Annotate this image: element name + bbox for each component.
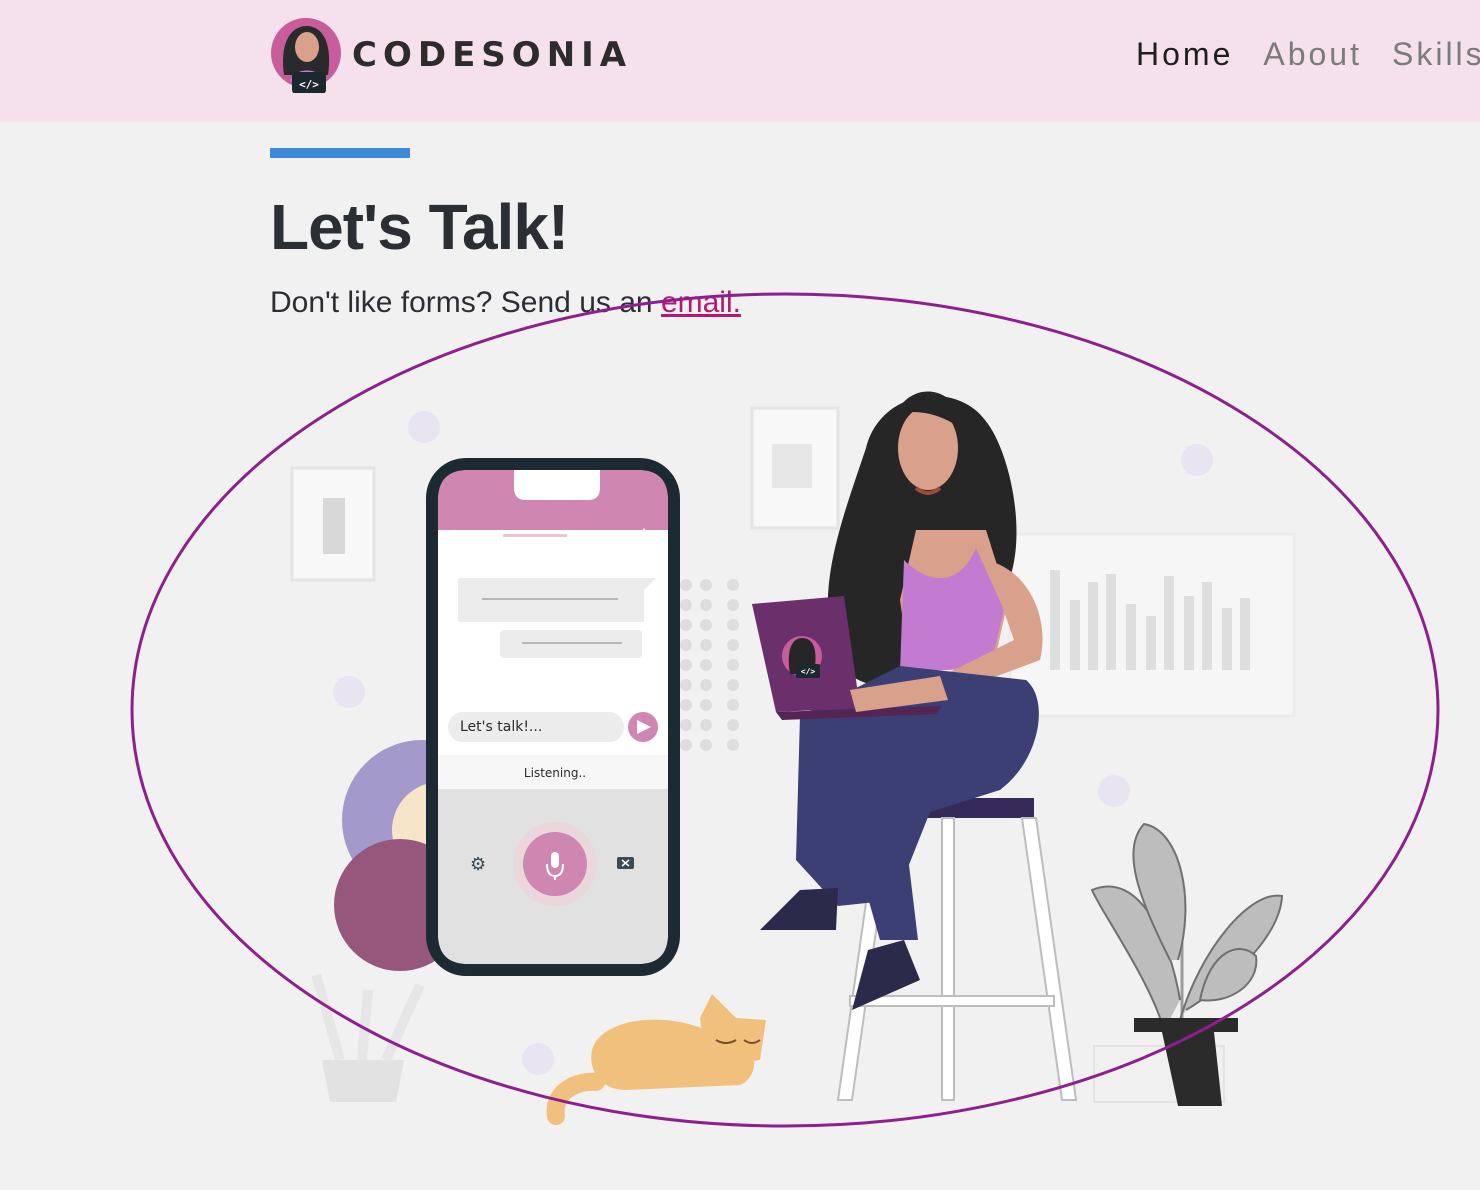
logo-code-glyph: </> [299, 78, 319, 91]
brand-logo-avatar: </> [271, 18, 341, 93]
back-arrow-icon: ← [450, 523, 463, 542]
main-nav: Home About Skills [1136, 36, 1480, 73]
potted-plant [1090, 822, 1284, 1106]
subtitle-text: Don't like forms? Send us an [270, 286, 661, 319]
gear-icon: ⚙ [470, 854, 486, 875]
brand[interactable]: </> CODESONIA [270, 17, 632, 93]
cat [546, 994, 766, 1125]
phone-status-text: Listening.. [524, 766, 586, 780]
email-link[interactable]: email. [661, 286, 741, 319]
nav-link-about[interactable]: About [1263, 36, 1362, 73]
top-navbar: </> CODESONIA Home About Skills [0, 0, 1480, 122]
brand-name: CODESONIA [352, 35, 633, 75]
microphone-icon [551, 852, 559, 868]
nav-link-skills[interactable]: Skills [1392, 36, 1480, 73]
page-title: Let's Talk! [270, 191, 569, 263]
title-accent-bar [270, 148, 410, 158]
more-menu-icon: ⋮ [636, 525, 652, 544]
laptop-code-glyph: </> [801, 667, 816, 676]
phone-mockup: ← ⋮ Let's talk!... Listening.. ⚙ [426, 458, 680, 976]
nav-link-home[interactable]: Home [1136, 36, 1233, 73]
phone-message-text: Let's talk!... [460, 719, 542, 735]
lets-talk-illustration: ← ⋮ Let's talk!... Listening.. ⚙ </> [130, 292, 1440, 1128]
contact-subtitle: Don't like forms? Send us an email. [270, 286, 741, 320]
